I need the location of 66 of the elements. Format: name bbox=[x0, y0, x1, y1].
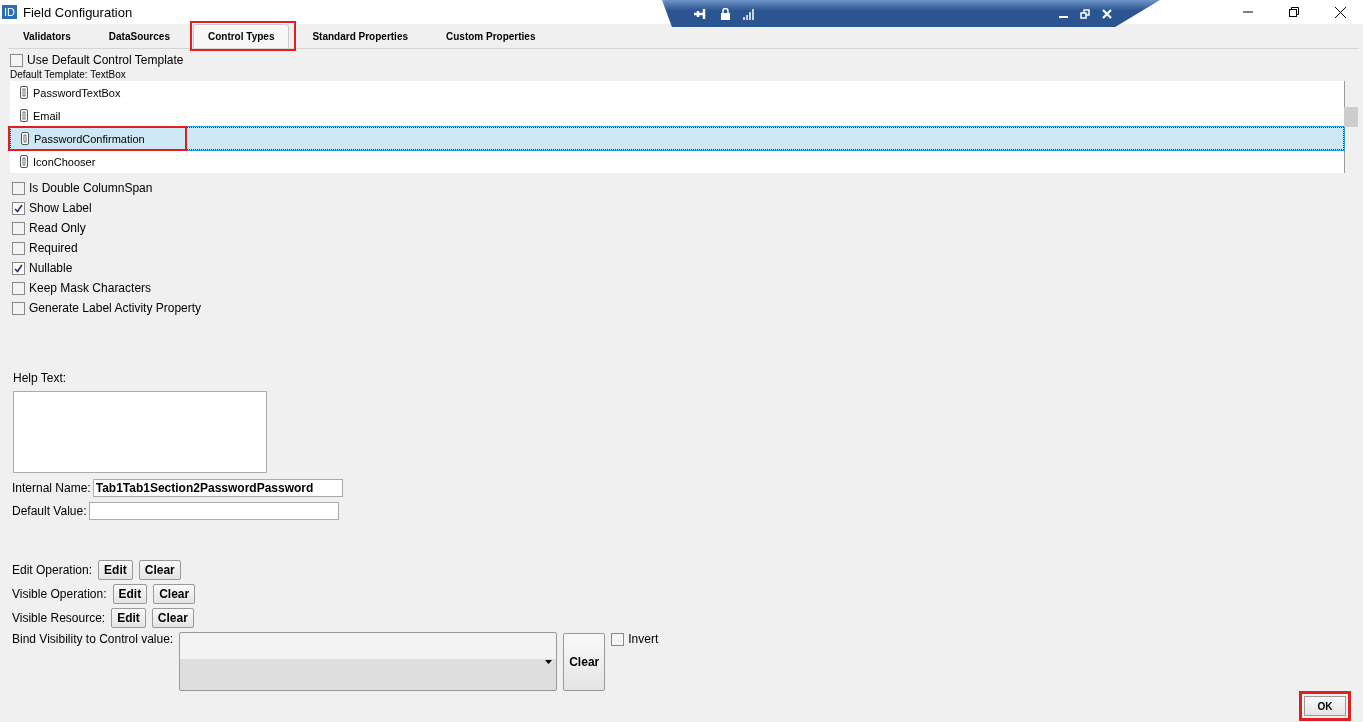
help-text-label: Help Text: bbox=[12, 371, 68, 385]
checkbox[interactable] bbox=[12, 201, 25, 215]
restore-icon bbox=[1289, 7, 1299, 17]
app-logo: ID bbox=[2, 5, 17, 19]
field-label: Default Value: bbox=[12, 504, 87, 518]
scrollbar-thumb[interactable] bbox=[1344, 107, 1358, 127]
action-button[interactable]: Clear bbox=[138, 560, 181, 580]
list-item-label: Email bbox=[33, 109, 61, 122]
clear-button[interactable]: Clear bbox=[563, 633, 606, 691]
action-button[interactable]: Edit bbox=[111, 608, 146, 628]
action-button[interactable]: Edit bbox=[98, 560, 133, 580]
signal-icon bbox=[743, 7, 755, 20]
checkbox[interactable] bbox=[611, 632, 625, 646]
tab[interactable]: Custom Properties bbox=[431, 24, 551, 48]
control-icon bbox=[20, 86, 28, 99]
close-icon bbox=[1334, 6, 1346, 18]
checkbox-label: Show Label bbox=[29, 201, 92, 215]
control-icon bbox=[20, 155, 28, 168]
tab[interactable]: Control Types bbox=[192, 24, 290, 48]
action-button[interactable]: Clear bbox=[151, 608, 194, 628]
checkbox[interactable] bbox=[10, 53, 23, 67]
list-item[interactable]: PasswordConfirmation bbox=[10, 127, 1344, 150]
checkbox-label: Invert bbox=[628, 632, 659, 646]
help-text-field[interactable] bbox=[13, 391, 267, 473]
checkbox-label: Generate Label Activity Property bbox=[29, 301, 202, 315]
control-dropdown[interactable] bbox=[179, 632, 558, 691]
field-label: Bind Visibility to Control value: bbox=[12, 632, 174, 646]
checkbox[interactable] bbox=[12, 301, 25, 315]
list-item-label: IconChooser bbox=[33, 155, 96, 168]
checkbox-label: Is Double ColumnSpan bbox=[29, 181, 153, 195]
list-item[interactable]: PasswordTextBox bbox=[10, 81, 1344, 104]
checkbox-label: Nullable bbox=[29, 261, 73, 275]
checkbox-label: Keep Mask Characters bbox=[29, 281, 152, 295]
restore-icon[interactable] bbox=[1080, 8, 1090, 19]
checkbox[interactable] bbox=[12, 221, 25, 235]
list-item-label: PasswordTextBox bbox=[33, 86, 121, 99]
tab[interactable]: Validators bbox=[8, 24, 86, 48]
checkbox[interactable] bbox=[12, 241, 25, 255]
input-field[interactable] bbox=[88, 502, 339, 520]
window-title: Field Configuration bbox=[23, 4, 133, 20]
lock-icon[interactable] bbox=[720, 7, 731, 20]
action-button[interactable]: Clear bbox=[153, 584, 196, 604]
default-template-label: Default Template: TextBox bbox=[10, 69, 127, 80]
close-icon[interactable] bbox=[1102, 8, 1112, 19]
checkbox[interactable] bbox=[12, 181, 25, 195]
field-label: Visible Resource: bbox=[12, 611, 106, 625]
checkbox-label: Required bbox=[29, 241, 78, 255]
field-label: Visible Operation: bbox=[12, 587, 107, 601]
checkbox[interactable] bbox=[12, 281, 25, 295]
list-item[interactable]: IconChooser bbox=[10, 150, 1344, 173]
field-label: Edit Operation: bbox=[12, 563, 93, 577]
dropdown-caret-icon bbox=[545, 659, 553, 664]
field-label: Internal Name: bbox=[12, 481, 91, 495]
checkbox[interactable] bbox=[12, 261, 25, 275]
list-item[interactable]: Email bbox=[10, 104, 1344, 127]
control-icon bbox=[21, 132, 29, 145]
control-icon bbox=[20, 109, 28, 122]
input-field[interactable]: Tab1Tab1Section2PasswordPassword bbox=[92, 479, 343, 497]
list-item-label: PasswordConfirmation bbox=[34, 132, 145, 145]
checkbox-label: Use Default Control Template bbox=[27, 53, 184, 67]
action-button[interactable]: Edit bbox=[112, 584, 148, 604]
checkbox-label: Read Only bbox=[29, 221, 86, 235]
tab[interactable]: DataSources bbox=[93, 24, 185, 48]
ok-button[interactable]: OK bbox=[1304, 696, 1346, 716]
tab[interactable]: Standard Properties bbox=[297, 24, 424, 48]
pin-icon[interactable] bbox=[694, 7, 708, 20]
